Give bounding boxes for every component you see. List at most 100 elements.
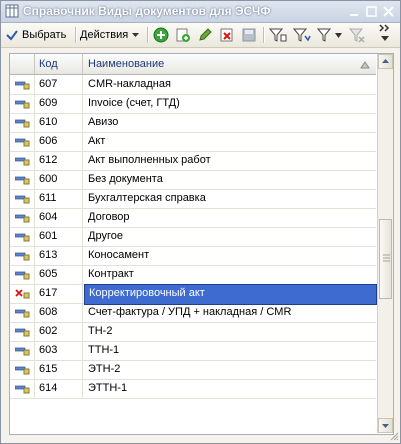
table-row[interactable]: 606 Акт [10,132,376,152]
chevron-down-icon [335,32,342,38]
table-row[interactable]: 612 Акт выполненных работ [10,151,376,171]
table-header: Код Наименование [10,54,376,75]
clear-filter-icon [349,28,365,43]
actions-menu-button[interactable]: Действия [80,25,140,45]
name-cell: Корректировочный акт [84,284,377,305]
cell-divider [82,170,83,189]
name-cell: Договор [88,211,130,223]
catalog-item-icon [15,119,30,128]
toolbar-separator [263,27,265,43]
vertical-scrollbar[interactable] [377,54,393,433]
cell-divider [82,360,83,379]
cell-divider [34,151,35,170]
table-row[interactable]: 603 ТТН-1 [10,341,376,361]
cell-divider [82,208,83,227]
code-cell: 604 [39,211,58,223]
scroll-thumb[interactable] [379,219,392,299]
name-cell: ЭТН-2 [88,363,121,375]
code-cell: 601 [39,230,58,242]
column-header-code[interactable]: Код [39,58,58,70]
filter-button[interactable] [269,25,287,45]
cell-divider [34,360,35,379]
code-cell: 606 [39,135,58,147]
sort-ascending-icon[interactable] [360,60,370,69]
chevron-down-icon [132,33,140,37]
table-row[interactable]: 600 Без документа [10,170,376,190]
toolbar: Выбрать Действия [1,23,400,48]
marked-for-deletion-icon [15,289,30,299]
maximize-icon[interactable] [365,5,378,18]
cell-divider [34,322,35,341]
toolbar-separator [147,27,149,43]
table-row[interactable]: 605 Контракт [10,265,376,285]
clear-filter-button[interactable] [349,25,365,45]
cell-divider [34,341,35,360]
cell-divider [82,189,83,208]
cell-divider [34,265,35,284]
window-title: Справочник Виды документов для ЭСЧФ [23,4,271,18]
copy-button[interactable] [175,25,191,45]
save-button[interactable] [241,25,257,45]
minimize-icon[interactable] [348,5,361,18]
table-row[interactable]: 614 ЭТТН-1 [10,379,376,399]
cell-divider [82,379,83,398]
catalog-item-icon [15,100,30,109]
table-row[interactable]: 607 CMR-накладная [10,75,376,95]
table-row[interactable]: 608 Счет-фактура / УПД + накладная / CMR [10,303,376,323]
cell-divider [82,132,83,151]
catalog-item-icon [15,233,30,242]
filter-history-button[interactable] [317,25,342,45]
name-cell: Invoice (счет, ГТД) [88,97,180,109]
actions-label: Действия [80,29,129,41]
table-row[interactable]: 611 Бухгалтерская справка [10,189,376,209]
code-cell: 602 [39,325,58,337]
cell-divider [82,303,83,322]
select-button[interactable]: Выбрать [5,25,66,45]
name-cell: Контракт [88,268,134,280]
table-row[interactable]: 602 ТН-2 [10,322,376,342]
edit-button[interactable] [197,25,213,45]
table-row[interactable]: 610 Авизо [10,113,376,133]
close-icon[interactable] [382,5,395,18]
filter-by-value-button[interactable] [293,25,311,45]
header-divider [34,54,35,74]
table-row[interactable]: 617 Корректировочный акт [10,284,377,305]
cell-divider [34,189,35,208]
filter-icon [269,28,287,42]
code-cell: 615 [39,363,58,375]
name-cell: ТТН-1 [88,344,120,356]
table-row[interactable]: 604 Договор [10,208,376,228]
mark-delete-button[interactable] [219,25,235,45]
cell-divider [82,284,83,303]
title-bar: Справочник Виды документов для ЭСЧФ [1,1,400,23]
code-cell: 612 [39,154,58,166]
cell-divider [34,303,35,322]
resize-grip-icon[interactable] [389,431,399,441]
cell-divider [34,75,35,94]
catalog-item-icon [15,176,30,185]
cell-divider [82,341,83,360]
name-cell: Без документа [88,173,163,185]
table-row[interactable]: 613 Коносамент [10,246,376,266]
code-cell: 609 [39,97,58,109]
table-row[interactable]: 609 Invoice (счет, ГТД) [10,94,376,114]
code-cell: 600 [39,173,58,185]
scroll-up-button[interactable] [378,54,393,69]
toolbar-overflow-button[interactable] [379,24,391,44]
cell-divider [34,246,35,265]
catalog-item-icon [15,81,30,90]
table-row[interactable]: 601 Другое [10,227,376,247]
name-cell: ТН-2 [88,325,113,337]
add-button[interactable] [153,25,169,45]
name-cell: CMR-накладная [88,78,171,90]
cell-divider [34,113,35,132]
select-label: Выбрать [22,29,67,41]
arrow-up-icon [382,59,389,63]
chevron-down-icon [381,36,389,41]
column-header-name[interactable]: Наименование [88,58,164,70]
documents-table[interactable]: Код Наименование 607 CMR-накладная 609 Invo… [9,53,394,435]
table-row[interactable]: 615 ЭТН-2 [10,360,376,380]
filter-value-icon [293,28,311,42]
name-cell: Акт выполненных работ [88,154,211,166]
catalog-item-icon [15,138,30,147]
